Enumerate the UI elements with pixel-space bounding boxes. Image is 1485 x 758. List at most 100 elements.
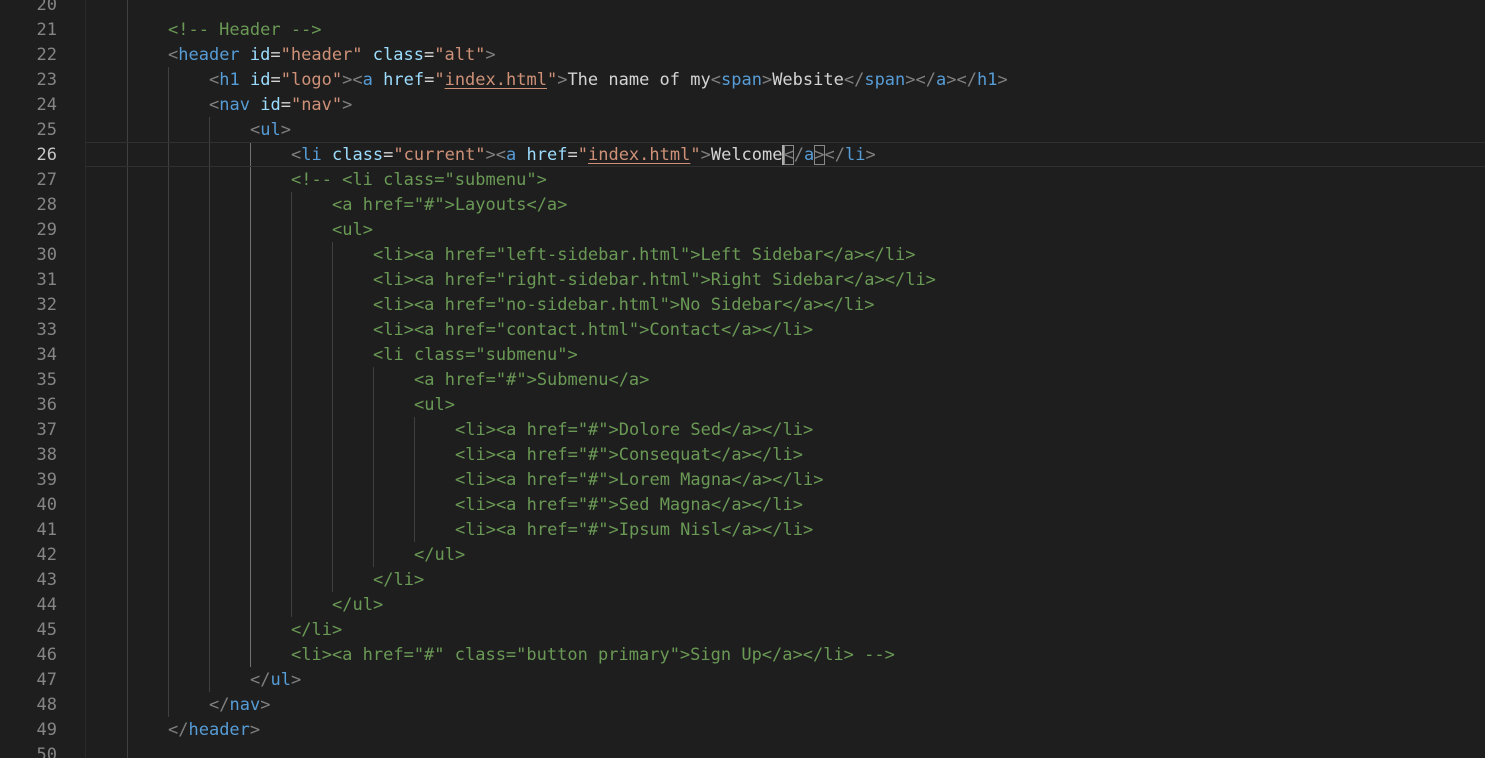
code-line[interactable]: 46 <li><a href="#" class="button primary"… <box>0 642 1485 667</box>
code-line[interactable]: 39 <li><a href="#">Lorem Magna</a></li> <box>0 467 1485 492</box>
code-line[interactable]: 45 </li> <box>0 617 1485 642</box>
code-token: a <box>936 70 947 90</box>
code-token: <!-- Header --> <box>168 20 322 40</box>
code-token: a <box>804 145 815 165</box>
line-number: 23 <box>36 70 57 90</box>
line-number: 24 <box>36 95 57 115</box>
code-text: <header id="header" class="alt"> <box>168 45 496 65</box>
code-token: class <box>331 145 384 165</box>
code-token: / <box>793 145 804 165</box>
code-token: < <box>250 120 261 140</box>
code-line[interactable]: 34 <li class="submenu"> <box>0 342 1485 367</box>
code-token: <li class="submenu"> <box>373 345 578 365</box>
line-number: 50 <box>36 745 57 758</box>
code-text: </li> <box>373 570 424 590</box>
code-token: " <box>690 145 701 165</box>
code-line[interactable]: 47 </ul> <box>0 667 1485 692</box>
code-line[interactable]: 40 <li><a href="#">Sed Magna</a></li> <box>0 492 1485 517</box>
code-token: li <box>844 145 866 165</box>
line-number: 30 <box>36 245 57 265</box>
code-token: <li><a href="#">Ipsum Nisl</a></li> <box>455 520 814 540</box>
code-line[interactable]: 23 <h1 id="logo"><a href="index.html">The… <box>0 67 1485 92</box>
code-text: <nav id="nav"> <box>209 95 352 115</box>
code-line[interactable]: 44 </ul> <box>0 592 1485 617</box>
line-number: 34 <box>36 345 57 365</box>
code-line[interactable]: 49 </header> <box>0 717 1485 742</box>
code-token: href <box>383 70 425 90</box>
code-token: href <box>526 145 568 165</box>
code-line[interactable]: 30 <li><a href="left-sidebar.html">Left S… <box>0 242 1485 267</box>
code-line[interactable]: 22 <header id="header" class="alt"> <box>0 42 1485 67</box>
code-token: span <box>864 70 906 90</box>
code-line[interactable]: 37 <li><a href="#">Dolore Sed</a></li> <box>0 417 1485 442</box>
code-line[interactable]: 33 <li><a href="contact.html">Contact</a>… <box>0 317 1485 342</box>
code-token: index.html <box>444 70 547 90</box>
line-number: 20 <box>36 0 57 15</box>
code-token: ul <box>270 670 291 690</box>
code-line[interactable]: 21 <!-- Header --> <box>0 17 1485 42</box>
code-token: a <box>362 70 373 90</box>
code-token: " <box>577 145 588 165</box>
code-token: > <box>557 70 568 90</box>
code-token: <li><a href="#" class="button primary">S… <box>291 645 895 665</box>
code-text: <li><a href="#" class="button primary">S… <box>291 645 895 665</box>
code-token: < <box>209 70 220 90</box>
code-line[interactable]: 26 <li class="current"><a href="index.htm… <box>0 142 1485 167</box>
code-token: <li><a href="left-sidebar.html">Left Sid… <box>373 245 916 265</box>
code-token: = <box>423 45 435 65</box>
code-line[interactable]: 41 <li><a href="#">Ipsum Nisl</a></li> <box>0 517 1485 542</box>
code-text: </nav> <box>209 695 270 715</box>
code-line[interactable]: 28 <a href="#">Layouts</a> <box>0 192 1485 217</box>
code-text: <ul> <box>414 395 455 415</box>
code-text: <li><a href="#">Ipsum Nisl</a></li> <box>455 520 813 540</box>
code-text: <li class="current"><a href="index.html"… <box>291 145 876 165</box>
code-line[interactable]: 35 <a href="#">Submenu</a> <box>0 367 1485 392</box>
code-line[interactable]: 38 <li><a href="#">Consequat</a></li> <box>0 442 1485 467</box>
code-token: id <box>249 45 271 65</box>
code-line[interactable]: 43 </li> <box>0 567 1485 592</box>
line-number: 33 <box>36 320 57 340</box>
code-token: id <box>249 70 271 90</box>
code-line[interactable]: 25 <ul> <box>0 117 1485 142</box>
line-number: 26 <box>36 145 57 165</box>
code-text: </ul> <box>250 670 301 690</box>
code-token: </li> <box>373 570 425 590</box>
code-token: > <box>260 695 271 715</box>
code-line[interactable]: 32 <li><a href="no-sidebar.html">No Sideb… <box>0 292 1485 317</box>
code-token: <li><a href="#">Dolore Sed</a></li> <box>455 420 814 440</box>
code-token: li <box>301 145 322 165</box>
code-line[interactable]: 20 <box>0 0 1485 17</box>
code-token: Website <box>772 70 844 90</box>
code-text: <li><a href="#">Lorem Magna</a></li> <box>455 470 823 490</box>
line-number: 43 <box>36 570 57 590</box>
line-number: 35 <box>36 370 57 390</box>
code-editor[interactable]: 20 21 <!-- Header --> 22 <header id="header"… <box>0 0 1485 758</box>
line-number: 21 <box>36 20 57 40</box>
code-line[interactable]: 29 <ul> <box>0 217 1485 242</box>
code-token: " <box>546 70 558 90</box>
code-line[interactable]: 24 <nav id="nav"> <box>0 92 1485 117</box>
code-token: <ul> <box>414 395 455 415</box>
code-token: h1 <box>976 70 998 90</box>
code-line[interactable]: 36 <ul> <box>0 392 1485 417</box>
code-line[interactable]: 31 <li><a href="right-sidebar.html">Right… <box>0 267 1485 292</box>
line-number: 40 <box>36 495 57 515</box>
code-token: </ <box>168 720 189 740</box>
code-line[interactable]: 42 </ul> <box>0 542 1485 567</box>
code-token: < <box>168 45 179 65</box>
code-line[interactable]: 48 </nav> <box>0 692 1485 717</box>
code-text: <li class="submenu"> <box>373 345 578 365</box>
code-token: </ul> <box>414 545 466 565</box>
code-text: </header> <box>168 720 260 740</box>
code-token: < <box>291 145 302 165</box>
code-line[interactable]: 27 <!-- <li class="submenu"> <box>0 167 1485 192</box>
code-line[interactable]: 50 <box>0 742 1485 758</box>
code-token: ></ <box>946 70 977 90</box>
code-text: <li><a href="left-sidebar.html">Left Sid… <box>373 245 915 265</box>
